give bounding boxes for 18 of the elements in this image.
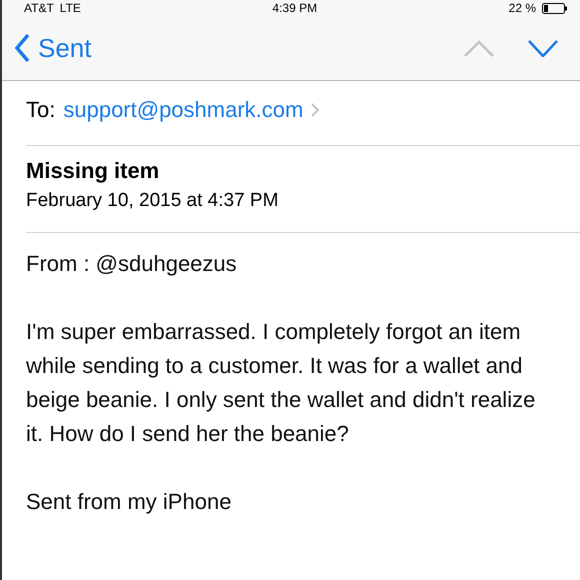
recipient-label: To:	[26, 97, 56, 123]
network-type: LTE	[60, 1, 81, 15]
disclosure-chevron-icon	[311, 103, 320, 117]
back-chevron-icon	[14, 33, 30, 63]
next-message-button[interactable]	[528, 39, 558, 57]
battery-percent: 22 %	[508, 1, 536, 15]
email-subject: Missing item	[26, 158, 160, 184]
battery-icon	[542, 2, 568, 14]
email-date: February 10, 2015 at 4:37 PM	[26, 190, 280, 212]
email-paragraph: Sent from my iPhone	[26, 488, 232, 516]
status-time: 4:39 PM	[272, 1, 318, 15]
back-button[interactable]: Sent	[14, 32, 92, 64]
up-chevron-icon	[464, 39, 494, 57]
down-chevron-icon	[528, 39, 558, 57]
email-paragraph: I'm super embarrassed. I completely forgot an item while sending to a customer. It was for a wallet and beige beanie. I only sent the wallet and didn't realize it. How do I send her the beanie?	[26, 318, 536, 448]
carrier-name: AT&T	[24, 1, 54, 15]
recipient-address-link[interactable]: support@poshmark.com	[63, 97, 304, 123]
email-paragraph: From : @sduhgeezus	[26, 250, 238, 278]
